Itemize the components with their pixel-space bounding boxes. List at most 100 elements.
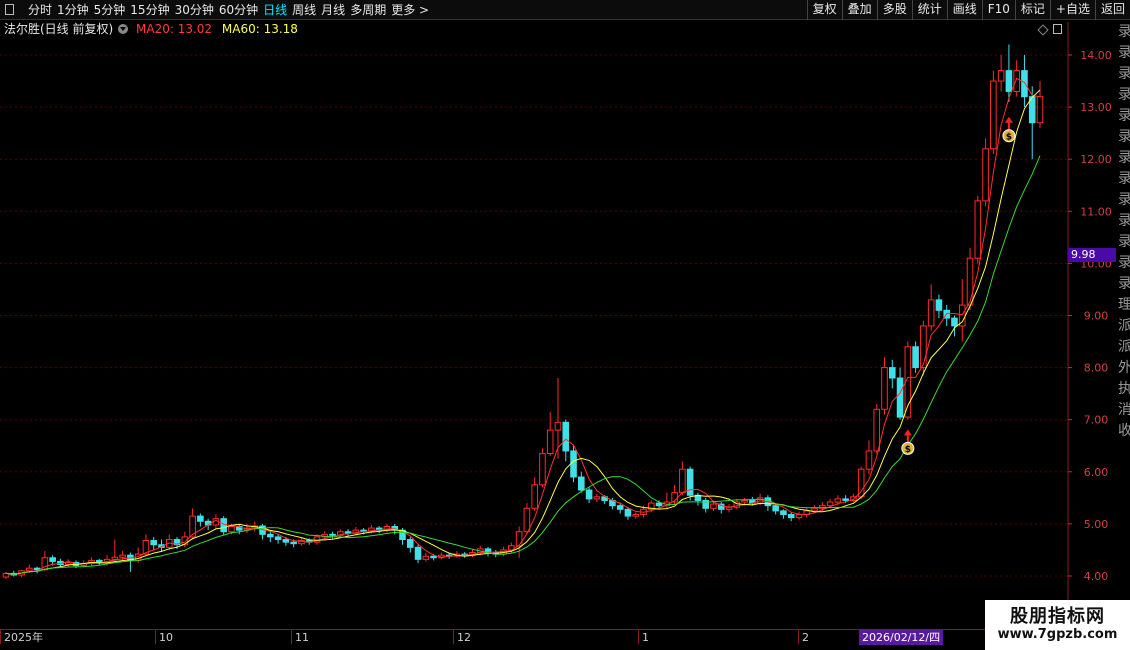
info-strip-char: 录 <box>1118 150 1130 166</box>
candle-down <box>842 498 849 501</box>
candle-down <box>787 514 795 519</box>
candle-down <box>274 536 282 541</box>
candle-down <box>655 502 663 507</box>
right-info-strip: 录录录录录录录录录录录录录理派派外执消收自突 <box>1118 22 1130 442</box>
candle-up <box>881 367 888 410</box>
candle-up <box>64 561 72 566</box>
candle-up <box>966 257 974 306</box>
candle-up <box>997 70 1005 82</box>
y-tick-label: 6.00 <box>1084 466 1109 479</box>
candle-down <box>150 540 158 546</box>
watermark-title: 股朋指标网 <box>1010 606 1105 627</box>
candle-up <box>990 80 997 150</box>
candle-up <box>111 556 119 560</box>
candle-down <box>49 557 56 562</box>
candle-down <box>430 555 437 559</box>
y-tick-label: 8.00 <box>1084 362 1109 375</box>
candle-up <box>531 484 538 509</box>
info-strip-char: 录 <box>1118 192 1130 208</box>
info-strip-char: 理 <box>1118 297 1130 313</box>
candle-up <box>741 499 748 503</box>
info-strip-char: 执 <box>1118 381 1130 397</box>
date-tick-label: 1 <box>638 630 649 644</box>
signal-arrow-head-icon <box>1004 116 1013 123</box>
signal-arrow-head-icon <box>903 429 912 436</box>
candle-down <box>197 515 204 522</box>
current-price-label: 9.98 <box>1068 248 1116 262</box>
date-tick-label: 11 <box>291 630 309 644</box>
y-tick-label: 12.00 <box>1080 153 1112 166</box>
info-strip-char: 录 <box>1118 108 1130 124</box>
candle-down <box>282 539 290 543</box>
candle-up <box>920 325 927 369</box>
candle-down <box>329 533 336 536</box>
y-tick-label: 9.00 <box>1084 310 1109 323</box>
candle-down <box>772 505 779 512</box>
y-tick-label: 4.00 <box>1084 570 1109 583</box>
candle-up <box>834 498 842 503</box>
y-tick-label: 5.00 <box>1084 518 1109 531</box>
candle-up <box>523 507 531 533</box>
y-tick-label: 14.00 <box>1080 49 1112 62</box>
candle-up <box>539 453 546 486</box>
info-strip-char: 录 <box>1118 66 1130 82</box>
candle-down <box>616 505 624 510</box>
cursor-date-label: 2026/02/12/四 <box>859 630 944 645</box>
candle-down <box>686 468 694 496</box>
watermark: 股朋指标网 www.7gpzb.com <box>985 600 1130 650</box>
candle-down <box>267 533 274 538</box>
info-strip-char: 录 <box>1118 234 1130 250</box>
candle-up <box>26 567 33 572</box>
date-tick-label: 2 <box>798 630 809 644</box>
candle-down <box>624 508 632 517</box>
candle-down <box>1005 70 1013 92</box>
info-strip-char: 录 <box>1118 87 1130 103</box>
candle-up <box>974 200 982 259</box>
candle-down <box>570 450 577 478</box>
candle-up <box>710 503 717 509</box>
y-tick-label: 11.00 <box>1080 205 1112 218</box>
candle-down <box>912 346 919 369</box>
info-strip-char: 录 <box>1118 129 1130 145</box>
info-strip-char: 录 <box>1118 24 1130 40</box>
candle-down <box>585 489 593 500</box>
candle-up <box>546 429 554 455</box>
candle-down <box>888 367 896 379</box>
date-tick-label: 12 <box>453 630 471 644</box>
info-strip-char: 录 <box>1118 171 1130 187</box>
candle-down <box>220 518 227 533</box>
candle-up <box>593 496 601 500</box>
info-strip-char: 派 <box>1118 339 1130 355</box>
candle-down <box>290 541 297 545</box>
candlestick-chart[interactable]: 14.0013.0012.0011.0010.009.008.007.006.0… <box>0 0 1130 650</box>
ma-line-red <box>5 77 1041 575</box>
candle-up <box>865 450 873 470</box>
candle-up <box>1013 70 1020 92</box>
info-strip-char: 消 <box>1118 402 1130 418</box>
candle-up <box>1036 96 1044 124</box>
candle-up <box>632 514 640 517</box>
candle-down <box>578 476 585 491</box>
candle-up <box>119 554 126 558</box>
y-tick-label: 7.00 <box>1084 414 1109 427</box>
candle-up <box>554 421 562 431</box>
info-strip-char: 派 <box>1118 318 1130 334</box>
candle-up <box>982 148 989 202</box>
info-strip-char: 外 <box>1118 360 1130 376</box>
money-bag-glyph: $ <box>1006 132 1012 142</box>
candle-up <box>679 468 686 494</box>
candle-down <box>562 421 570 452</box>
money-bag-glyph: $ <box>905 445 911 455</box>
candle-up <box>826 501 834 507</box>
candle-up <box>795 514 803 519</box>
candle-down <box>780 510 787 516</box>
candle-down <box>1021 70 1028 98</box>
candle-up <box>927 299 935 327</box>
candle-down <box>896 377 904 418</box>
candle-up <box>515 531 523 547</box>
candle-down <box>414 546 422 560</box>
watermark-url: www.7gpzb.com <box>997 627 1118 642</box>
candle-down <box>406 539 414 548</box>
y-tick-label: 13.00 <box>1080 101 1112 114</box>
candle-down <box>935 299 943 311</box>
